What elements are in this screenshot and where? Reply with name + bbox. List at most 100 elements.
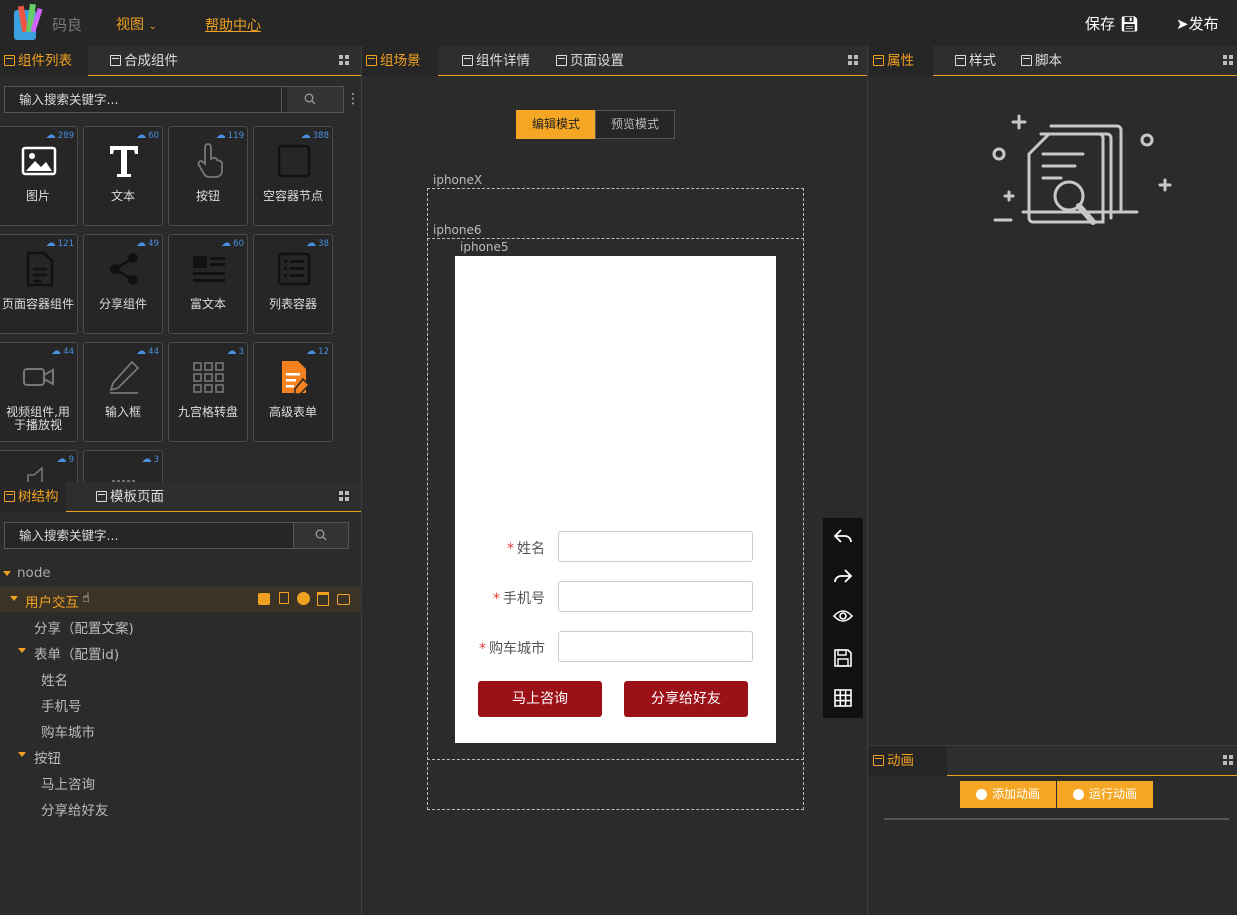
tab-script[interactable]: 脚本 [1017,46,1087,76]
tab-label: 合成组件 [124,53,178,69]
component-card-grid-wheel[interactable]: 3 九宫格转盘 [168,342,248,442]
tree-search-input[interactable] [5,523,294,548]
save-label: 保存 [1085,15,1116,33]
component-card-image[interactable]: 289 图片 [0,126,78,226]
calendar-icon [1021,55,1032,66]
properties-panel: 属性 样式 脚本 [869,46,1237,745]
drag-grip-icon[interactable] [848,55,858,65]
component-card-page-container[interactable]: 121 页面容器组件 [0,234,78,334]
tree-node-share[interactable]: 分享（配置文案) [34,617,134,637]
caret-down-icon[interactable] [10,596,18,601]
component-card-audio[interactable]: 9 [0,450,78,482]
component-card-input[interactable]: 44 输入框 [83,342,163,442]
drag-grip-icon[interactable] [1223,755,1233,765]
tree-node-share-friend[interactable]: 分享给好友 [41,799,109,819]
card-label: 输入框 [104,405,141,419]
unlock-icon[interactable] [337,594,350,605]
grid-icon[interactable] [833,688,853,708]
tab-label: 页面设置 [570,53,624,69]
required-mark: * [493,591,500,607]
help-center-link[interactable]: 帮助中心 [205,15,261,35]
publish-button[interactable]: ➤发布 [1176,13,1219,34]
chevron-down-icon: ⌄ [148,21,157,32]
menu-view[interactable]: 视图 ⌄ [116,14,157,34]
phone-canvas[interactable]: * 姓名 * 手机号 * 购车城市 马上咨询 分享给好友 [455,256,776,743]
component-card-button[interactable]: 119 按钮 [168,126,248,226]
tap-icon [197,143,224,178]
component-card-advanced-form[interactable]: 12 高级表单 [253,342,333,442]
calendar-icon [462,55,473,66]
tab-animation[interactable]: 动画 [869,746,947,776]
drag-grip-icon[interactable] [339,491,349,501]
preview-mode-button[interactable]: 预览模式 [595,110,675,139]
drag-grip-icon[interactable] [339,55,349,65]
drag-grip-icon[interactable] [1223,55,1233,65]
component-card-misc[interactable]: 3 [83,450,163,482]
scene-panel: 组场景 组件详情 页面设置 编辑模式 预览模式 iphoneX iphone6 … [361,46,868,915]
run-animation-button[interactable]: 运行动画 [1057,781,1153,808]
tree-node-root[interactable]: node [0,564,361,584]
component-card-text[interactable]: 60 文本 [83,126,163,226]
device-label-iphonex: iphoneX [433,173,483,187]
add-animation-button[interactable]: 添加动画 [960,781,1056,808]
download-count: 12 [306,346,329,357]
component-card-share[interactable]: 49 分享组件 [83,234,163,334]
tree-node-buttons[interactable]: 按钮 [34,747,61,767]
edit-mode-button[interactable]: 编辑模式 [516,110,596,139]
component-card-empty-container[interactable]: 388 空容器节点 [253,126,333,226]
undo-icon[interactable] [833,528,853,546]
tree-node-form[interactable]: 表单（配置id) [34,643,119,663]
tree-node-name[interactable]: 姓名 [41,669,68,689]
component-card-video[interactable]: 44 视频组件,用于播放视 [0,342,78,442]
tree-node-user-interaction[interactable]: 用户交互 ☝ [0,586,361,612]
image-icon [21,146,57,176]
edit-icon[interactable] [258,593,270,605]
grid-icon [193,362,224,393]
tab-component-list[interactable]: 组件列表 [0,46,88,76]
tab-properties[interactable]: 属性 [869,46,933,76]
save-icon: 💾︎ [1119,15,1139,33]
tab-tree-structure[interactable]: 树结构 [0,482,66,512]
caret-down-icon[interactable] [18,648,26,653]
tab-scene[interactable]: 组场景 [362,46,438,76]
required-mark: * [479,641,486,657]
component-search-input[interactable] [5,87,287,112]
caret-down-icon[interactable] [3,571,11,576]
plus-circle-icon [976,789,987,800]
search-button[interactable] [281,87,343,112]
city-input[interactable] [558,631,753,662]
consult-button[interactable]: 马上咨询 [478,681,602,717]
eye-icon[interactable] [833,608,853,624]
tab-component-detail[interactable]: 组件详情 [458,46,548,76]
copy-icon[interactable] [279,592,289,604]
caret-down-icon[interactable] [18,752,26,757]
tree-node-consult[interactable]: 马上咨询 [41,773,95,793]
tree-node-phone[interactable]: 手机号 [41,695,82,715]
component-card-richtext[interactable]: 60 富文本 [168,234,248,334]
calendar-icon [955,55,966,66]
form-label-city: * 购车城市 [455,638,545,658]
animation-timeline-divider [884,818,1229,820]
share-friend-button[interactable]: 分享给好友 [624,681,748,717]
phone-input[interactable] [558,581,753,612]
tree-node-city[interactable]: 购车城市 [41,721,95,741]
download-count: 388 [301,130,329,141]
search-button[interactable] [293,523,348,548]
tab-page-settings[interactable]: 页面设置 [552,46,642,76]
name-input[interactable] [558,531,753,562]
component-card-list-container[interactable]: 38 列表容器 [253,234,333,334]
tab-label: 模板页面 [110,489,164,505]
save-button[interactable]: 保存 💾︎ [1085,13,1139,34]
redo-icon[interactable] [833,568,853,586]
tab-template-pages[interactable]: 模板页面 [92,482,192,512]
tab-composite-components[interactable]: 合成组件 [106,46,206,76]
circle-icon[interactable] [297,592,310,605]
components-panel-header: 组件列表 合成组件 [0,46,361,76]
calendar-icon [556,55,567,66]
trash-icon[interactable] [317,592,329,606]
calendar-icon [366,55,377,66]
download-count: 3 [142,454,159,465]
more-vertical-icon[interactable]: ⋮ [346,91,360,107]
save-icon[interactable] [833,648,853,668]
tab-styles[interactable]: 样式 [951,46,1021,76]
